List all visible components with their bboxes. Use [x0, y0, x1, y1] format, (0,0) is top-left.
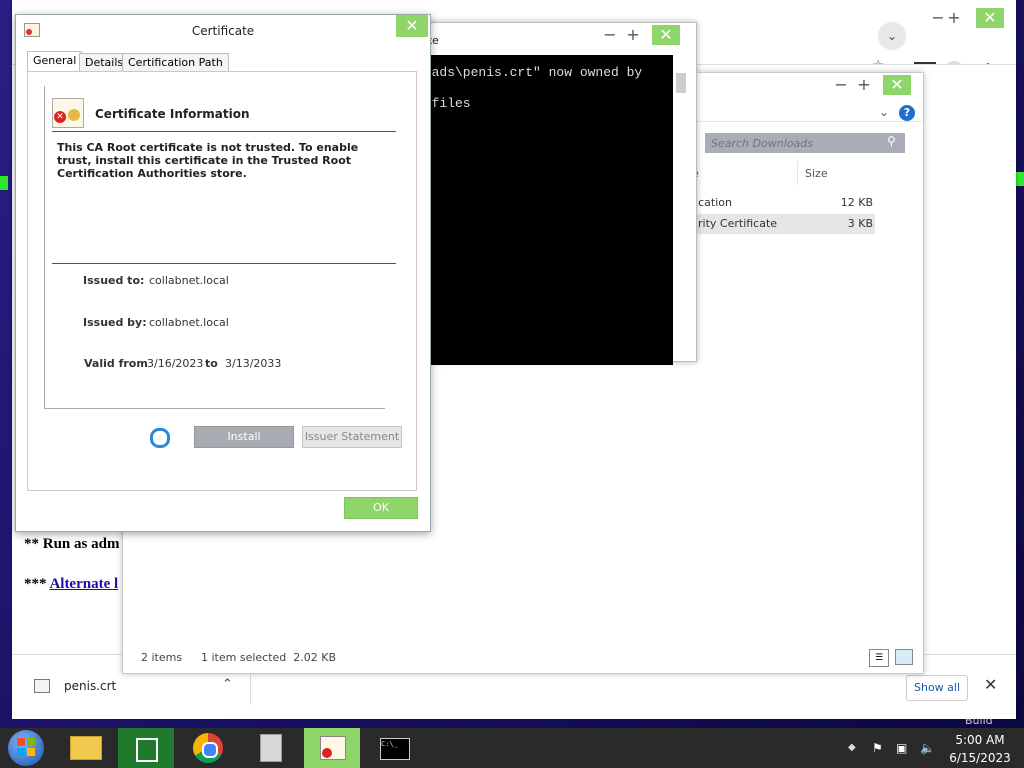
- clock-date[interactable]: 6/15/2023: [948, 751, 1012, 765]
- console-scrollbar[interactable]: [676, 73, 686, 93]
- console-line: 0 files: [416, 96, 471, 111]
- tab-certification-path[interactable]: Certification Path: [122, 53, 229, 72]
- action-center-flag-icon[interactable]: ⚑: [872, 741, 883, 755]
- cmd-maximize-button[interactable]: +: [619, 25, 647, 45]
- tab-panel: ✕ Certificate Information This CA Root c…: [27, 71, 417, 491]
- dialog-title: Certificate: [191, 24, 255, 38]
- certificate-dialog-taskbar-icon[interactable]: [304, 728, 360, 768]
- issued-to-label: Issued to:: [83, 274, 145, 287]
- heading-divider: [52, 131, 396, 132]
- browser-maximize-button[interactable]: +: [940, 8, 968, 28]
- info-heading: Certificate Information: [95, 107, 250, 121]
- details-view-icon[interactable]: ☰: [869, 649, 889, 667]
- certificate-manager-taskbar-icon[interactable]: [242, 728, 298, 768]
- search-input[interactable]: [709, 135, 883, 152]
- chevron-down-icon[interactable]: ⌄: [879, 105, 889, 119]
- loading-spinner-icon: [150, 428, 170, 448]
- desktop-edge-mark-right: [1016, 172, 1024, 186]
- volume-muted-icon[interactable]: 🔈: [920, 741, 935, 755]
- console-line: loads\penis.crt" now owned by: [416, 65, 643, 80]
- chevron-down-icon[interactable]: ⌄: [878, 22, 906, 50]
- chrome-taskbar-icon[interactable]: [180, 728, 236, 768]
- clock-time[interactable]: 5:00 AM: [950, 733, 1010, 747]
- trust-warning: This CA Root certificate is not trusted.…: [57, 141, 359, 180]
- cmd-taskbar-icon[interactable]: C:\_: [366, 728, 422, 768]
- dialog-close-button[interactable]: ✕: [396, 15, 428, 37]
- valid-from-value: 3/16/2023: [147, 357, 204, 370]
- show-all-button[interactable]: Show all: [906, 675, 968, 701]
- close-download-bar-icon[interactable]: ✕: [984, 675, 997, 694]
- desktop-edge-mark: [0, 176, 8, 190]
- status-selection: 1 item selected 2.02 KB: [201, 651, 337, 664]
- install-certificate-button[interactable]: Install Certificate...: [194, 426, 294, 463]
- issued-by-value[interactable]: collabnet.local: [149, 316, 229, 329]
- file-size: 3 KB: [847, 217, 873, 230]
- file-size: 12 KB: [840, 196, 873, 209]
- browser-close-button[interactable]: ✕: [976, 8, 1004, 28]
- cmd-window: xe − + ✕ loads\penis.crt" now owned by 0 …: [415, 22, 697, 365]
- file-explorer-taskbar-icon[interactable]: [58, 728, 114, 768]
- download-filename[interactable]: penis.crt: [64, 679, 116, 693]
- explorer-close-button[interactable]: ✕: [883, 75, 911, 95]
- show-hidden-icons-icon[interactable]: ◆: [848, 742, 856, 753]
- console-output[interactable]: loads\penis.crt" now owned by 0 files: [416, 55, 673, 365]
- help-icon[interactable]: ?: [899, 105, 915, 121]
- tab-general[interactable]: General: [27, 51, 83, 73]
- valid-to-value: 3/13/2033: [225, 357, 282, 370]
- issuer-statement-button[interactable]: Issuer Statement: [302, 426, 402, 448]
- valid-from-label: Valid from: [84, 357, 148, 370]
- chevron-up-icon[interactable]: ⌃: [222, 677, 233, 692]
- store-taskbar-icon[interactable]: [118, 728, 174, 768]
- valid-to-label: to: [205, 357, 218, 370]
- column-divider: [797, 161, 798, 185]
- start-button[interactable]: [8, 730, 44, 766]
- details-divider: [52, 263, 396, 264]
- page-line-run-as-admin: ** Run as adm: [24, 536, 120, 552]
- file-row[interactable]: plication 12 KB: [685, 193, 875, 213]
- page-line-alternate: *** Alternate l: [24, 576, 119, 592]
- alternate-link[interactable]: Alternate l: [49, 576, 118, 592]
- column-size-header[interactable]: Size: [805, 167, 828, 180]
- search-box[interactable]: ⚲: [705, 133, 905, 153]
- status-item-count: 2 items: [141, 651, 183, 664]
- large-icons-view-icon[interactable]: [895, 649, 913, 665]
- issued-to-value[interactable]: collabnet.local: [149, 274, 229, 287]
- explorer-maximize-button[interactable]: +: [850, 75, 878, 95]
- certificate-dialog: Certificate ✕ General Details Certificat…: [15, 14, 431, 532]
- certificate-error-icon: ✕: [52, 98, 84, 128]
- certificate-file-icon: [34, 679, 50, 693]
- cmd-close-button[interactable]: ✕: [652, 25, 680, 45]
- ok-button[interactable]: OK: [344, 497, 418, 519]
- search-icon[interactable]: ⚲: [887, 134, 896, 148]
- file-type: curity Certificate: [685, 217, 778, 230]
- issued-by-label: Issued by:: [83, 316, 147, 329]
- network-icon[interactable]: ▣: [896, 741, 907, 755]
- file-row-selected[interactable]: curity Certificate 3 KB: [685, 214, 875, 234]
